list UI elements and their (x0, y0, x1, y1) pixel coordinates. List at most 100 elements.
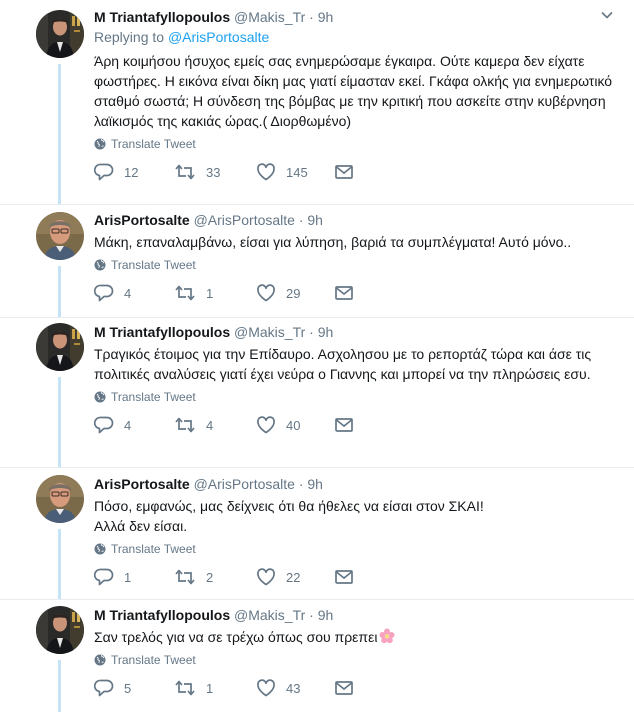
translate-label: Translate Tweet (111, 137, 196, 151)
tweet-actions: 5 1 43 (94, 678, 614, 698)
tweet-time[interactable]: · 9h (299, 476, 323, 492)
globe-icon (94, 259, 106, 271)
reply-count: 1 (124, 569, 132, 585)
tweet-text-line: Πόσο, εμφανώς, μας δείχνεις ότι θα ήθελε… (94, 498, 484, 514)
direct-message-button[interactable] (334, 567, 354, 587)
retweet-icon (174, 415, 196, 435)
retweet-button[interactable]: 33 (174, 162, 220, 182)
retweet-button[interactable]: 2 (174, 567, 213, 587)
thread-line (58, 660, 61, 712)
reply-button[interactable]: 4 (94, 283, 131, 303)
tweet-text-line: Άρη κοιμήσου ήσυχος εμείς σας ενημερώσαμ… (94, 53, 613, 129)
reply-icon (94, 567, 114, 587)
translate-label: Translate Tweet (111, 390, 196, 404)
globe-icon (94, 391, 106, 403)
cherry-blossom-emoji (379, 628, 395, 644)
retweet-count: 4 (206, 417, 214, 433)
tweet-time[interactable]: · 9h (299, 212, 323, 228)
author-handle[interactable]: @Makis_Tr (234, 9, 305, 25)
author-handle[interactable]: @ArisPortosalte (194, 212, 295, 228)
author-name[interactable]: M Triantafyllopoulos (94, 324, 230, 340)
like-count: 40 (286, 417, 301, 433)
retweet-button[interactable]: 1 (174, 283, 213, 303)
avatar[interactable] (36, 323, 84, 371)
like-button[interactable]: 22 (256, 567, 300, 587)
retweet-button[interactable]: 4 (174, 415, 213, 435)
tweet[interactable]: M Triantafyllopoulos @Makis_Tr · 9h Τραγ… (0, 317, 634, 467)
replying-to-link[interactable]: @ArisPortosalte (168, 29, 269, 45)
reply-button[interactable]: 1 (94, 567, 131, 587)
reply-button[interactable]: 4 (94, 415, 131, 435)
heart-icon (256, 162, 276, 182)
envelope-icon (334, 162, 354, 182)
tweet-text: Άρη κοιμήσου ήσυχος εμείς σας ενημερώσαμ… (94, 51, 614, 131)
direct-message-button[interactable] (334, 415, 354, 435)
author-handle[interactable]: @Makis_Tr (234, 324, 305, 340)
tweet[interactable]: ArisPortosalte @ArisPortosalte · 9h Μάκη… (0, 204, 634, 317)
direct-message-button[interactable] (334, 678, 354, 698)
avatar[interactable] (36, 10, 84, 58)
author-name[interactable]: M Triantafyllopoulos (94, 607, 230, 623)
translate-link[interactable]: Translate Tweet (94, 258, 614, 272)
avatar[interactable] (36, 606, 84, 654)
reply-icon (94, 162, 114, 182)
like-button[interactable]: 40 (256, 415, 300, 435)
like-button[interactable]: 43 (256, 678, 300, 698)
tweet[interactable]: M Triantafyllopoulos @Makis_Tr · 9h Repl… (0, 0, 634, 204)
tweet-text-line: Τραγικός έτοιμος για την Επίδαυρο. Ασχολ… (94, 346, 592, 382)
tweet-actions: 4 4 40 (94, 415, 614, 435)
tweet-text: Πόσο, εμφανώς, μας δείχνεις ότι θα ήθελε… (94, 496, 614, 536)
thread-line (58, 377, 61, 467)
author-name[interactable]: M Triantafyllopoulos (94, 9, 230, 25)
author-name[interactable]: ArisPortosalte (94, 476, 190, 492)
reply-button[interactable]: 5 (94, 678, 131, 698)
reply-button[interactable]: 12 (94, 162, 138, 182)
retweet-button[interactable]: 1 (174, 678, 213, 698)
reply-icon (94, 283, 114, 303)
globe-icon (94, 138, 106, 150)
chevron-down-icon[interactable] (600, 8, 614, 22)
like-button[interactable]: 29 (256, 283, 300, 303)
reply-icon (94, 415, 114, 435)
like-count: 29 (286, 285, 301, 301)
tweet-time[interactable]: · 9h (309, 9, 333, 25)
author-name[interactable]: ArisPortosalte (94, 212, 190, 228)
tweet-text-line: Αλλά δεν είσαι. (94, 518, 188, 534)
tweet[interactable]: M Triantafyllopoulos @Makis_Tr · 9h Σαν … (0, 599, 634, 712)
replying-to-prefix: Replying to (94, 29, 168, 45)
translate-link[interactable]: Translate Tweet (94, 137, 614, 151)
divider (0, 204, 634, 205)
translate-label: Translate Tweet (111, 542, 196, 556)
author-handle[interactable]: @Makis_Tr (234, 607, 305, 623)
envelope-icon (334, 567, 354, 587)
divider (0, 317, 634, 318)
tweet-time[interactable]: · 9h (309, 607, 333, 623)
replying-to: Replying to @ArisPortosalte (94, 29, 614, 45)
heart-icon (256, 415, 276, 435)
envelope-icon (334, 415, 354, 435)
globe-icon (94, 543, 106, 555)
translate-link[interactable]: Translate Tweet (94, 653, 614, 667)
tweet-text-line: Σαν τρελός για να σε τρέχω όπως σου πρεπ… (94, 627, 614, 647)
tweet[interactable]: ArisPortosalte @ArisPortosalte · 9h Πόσο… (0, 467, 634, 599)
author-handle[interactable]: @ArisPortosalte (194, 476, 295, 492)
tweet-actions: 4 1 29 (94, 283, 614, 303)
like-count: 145 (286, 164, 308, 180)
divider (0, 599, 634, 600)
translate-link[interactable]: Translate Tweet (94, 542, 614, 556)
tweet-time[interactable]: · 9h (309, 324, 333, 340)
thread-line (58, 529, 61, 599)
avatar[interactable] (36, 212, 84, 260)
tweet-text: Μάκη, επαναλαμβάνω, είσαι για λύπηση, βα… (94, 232, 614, 252)
retweet-count: 2 (206, 569, 214, 585)
translate-link[interactable]: Translate Tweet (94, 390, 614, 404)
tweet-text: Σαν τρελός για να σε τρέχω όπως σου πρεπ… (94, 627, 614, 647)
direct-message-button[interactable] (334, 162, 354, 182)
tweet-text-content: Σαν τρελός για να σε τρέχω όπως σου πρεπ… (94, 629, 378, 645)
direct-message-button[interactable] (334, 283, 354, 303)
heart-icon (256, 567, 276, 587)
heart-icon (256, 283, 276, 303)
avatar[interactable] (36, 475, 84, 523)
like-button[interactable]: 145 (256, 162, 308, 182)
reply-count: 5 (124, 680, 132, 696)
